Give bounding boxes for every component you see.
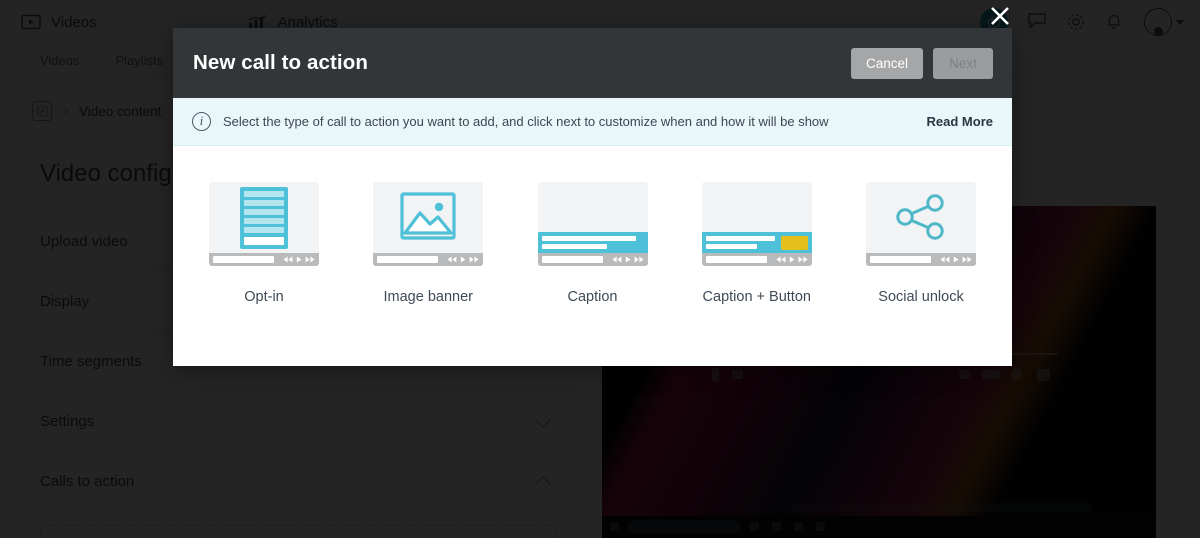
fast-forward-icon [305,256,315,263]
cta-type-options: Opt-in Image banner Caption Caption + Bu… [173,146,1012,366]
fast-forward-icon [634,256,643,263]
progress-track [870,256,931,263]
new-call-to-action-modal: New call to action Cancel Next i Select … [173,28,1012,366]
modal-info-bar: i Select the type of call to action you … [173,98,1012,146]
read-more-link[interactable]: Read More [927,114,993,129]
fast-forward-icon [469,256,479,263]
thumbnail-player-bar [209,253,319,266]
player-control-glyphs [612,256,644,263]
progress-track [213,256,274,263]
play-icon [296,256,302,263]
modal-title: New call to action [193,51,368,74]
thumbnail-player-bar [701,253,812,266]
cta-option-label: Image banner [383,289,473,305]
player-control-glyphs [776,256,808,263]
caption-band-graphic [701,232,812,253]
progress-track [541,256,603,263]
caption-thumbnail [537,182,648,266]
optin-form-graphic [240,187,288,249]
image-banner-thumbnail [373,182,484,266]
cta-option-label: Caption + Button [702,289,811,305]
caption-button-thumbnail [701,182,812,266]
modal-header-buttons: Cancel Next [850,47,993,79]
image-picture-icon [400,191,456,246]
cancel-button[interactable]: Cancel [850,47,923,79]
player-control-glyphs [940,256,972,263]
close-icon[interactable] [985,1,1015,31]
cta-option-opt-in[interactable]: Opt-in [191,182,337,366]
play-icon [953,256,959,263]
rewind-icon [447,256,457,263]
social-unlock-thumbnail [866,182,976,266]
share-network-icon [894,194,948,245]
cta-option-image-banner[interactable]: Image banner [355,182,501,366]
modal-header: New call to action Cancel Next [173,28,1012,98]
cta-option-label: Caption [567,289,618,305]
info-message: Select the type of call to action you wa… [223,114,829,129]
progress-track [377,256,439,263]
player-control-glyphs [447,256,479,263]
cta-option-caption[interactable]: Caption [520,182,666,366]
thumbnail-player-bar [373,253,484,266]
cta-option-social-unlock[interactable]: Social unlock [848,182,994,366]
screenshot-root: Videos Analytics [0,0,1200,538]
play-icon [625,256,630,263]
info-icon: i [192,112,211,131]
cta-option-label: Social unlock [878,289,964,305]
fast-forward-icon [962,256,972,263]
caption-cta-button-graphic [780,235,808,250]
progress-track [705,256,767,263]
player-control-glyphs [283,256,315,263]
cta-option-caption-button[interactable]: Caption + Button [684,182,830,366]
thumbnail-player-bar [866,253,976,266]
play-icon [461,256,466,263]
fast-forward-icon [798,256,808,263]
cta-option-label: Opt-in [244,289,284,305]
rewind-icon [612,256,621,263]
play-icon [789,256,795,263]
thumbnail-player-bar [537,253,648,266]
caption-band-graphic [537,232,648,253]
rewind-icon [776,256,786,263]
next-button[interactable]: Next [933,47,993,79]
rewind-icon [940,256,950,263]
optin-form-thumbnail [209,182,319,266]
rewind-icon [283,256,293,263]
